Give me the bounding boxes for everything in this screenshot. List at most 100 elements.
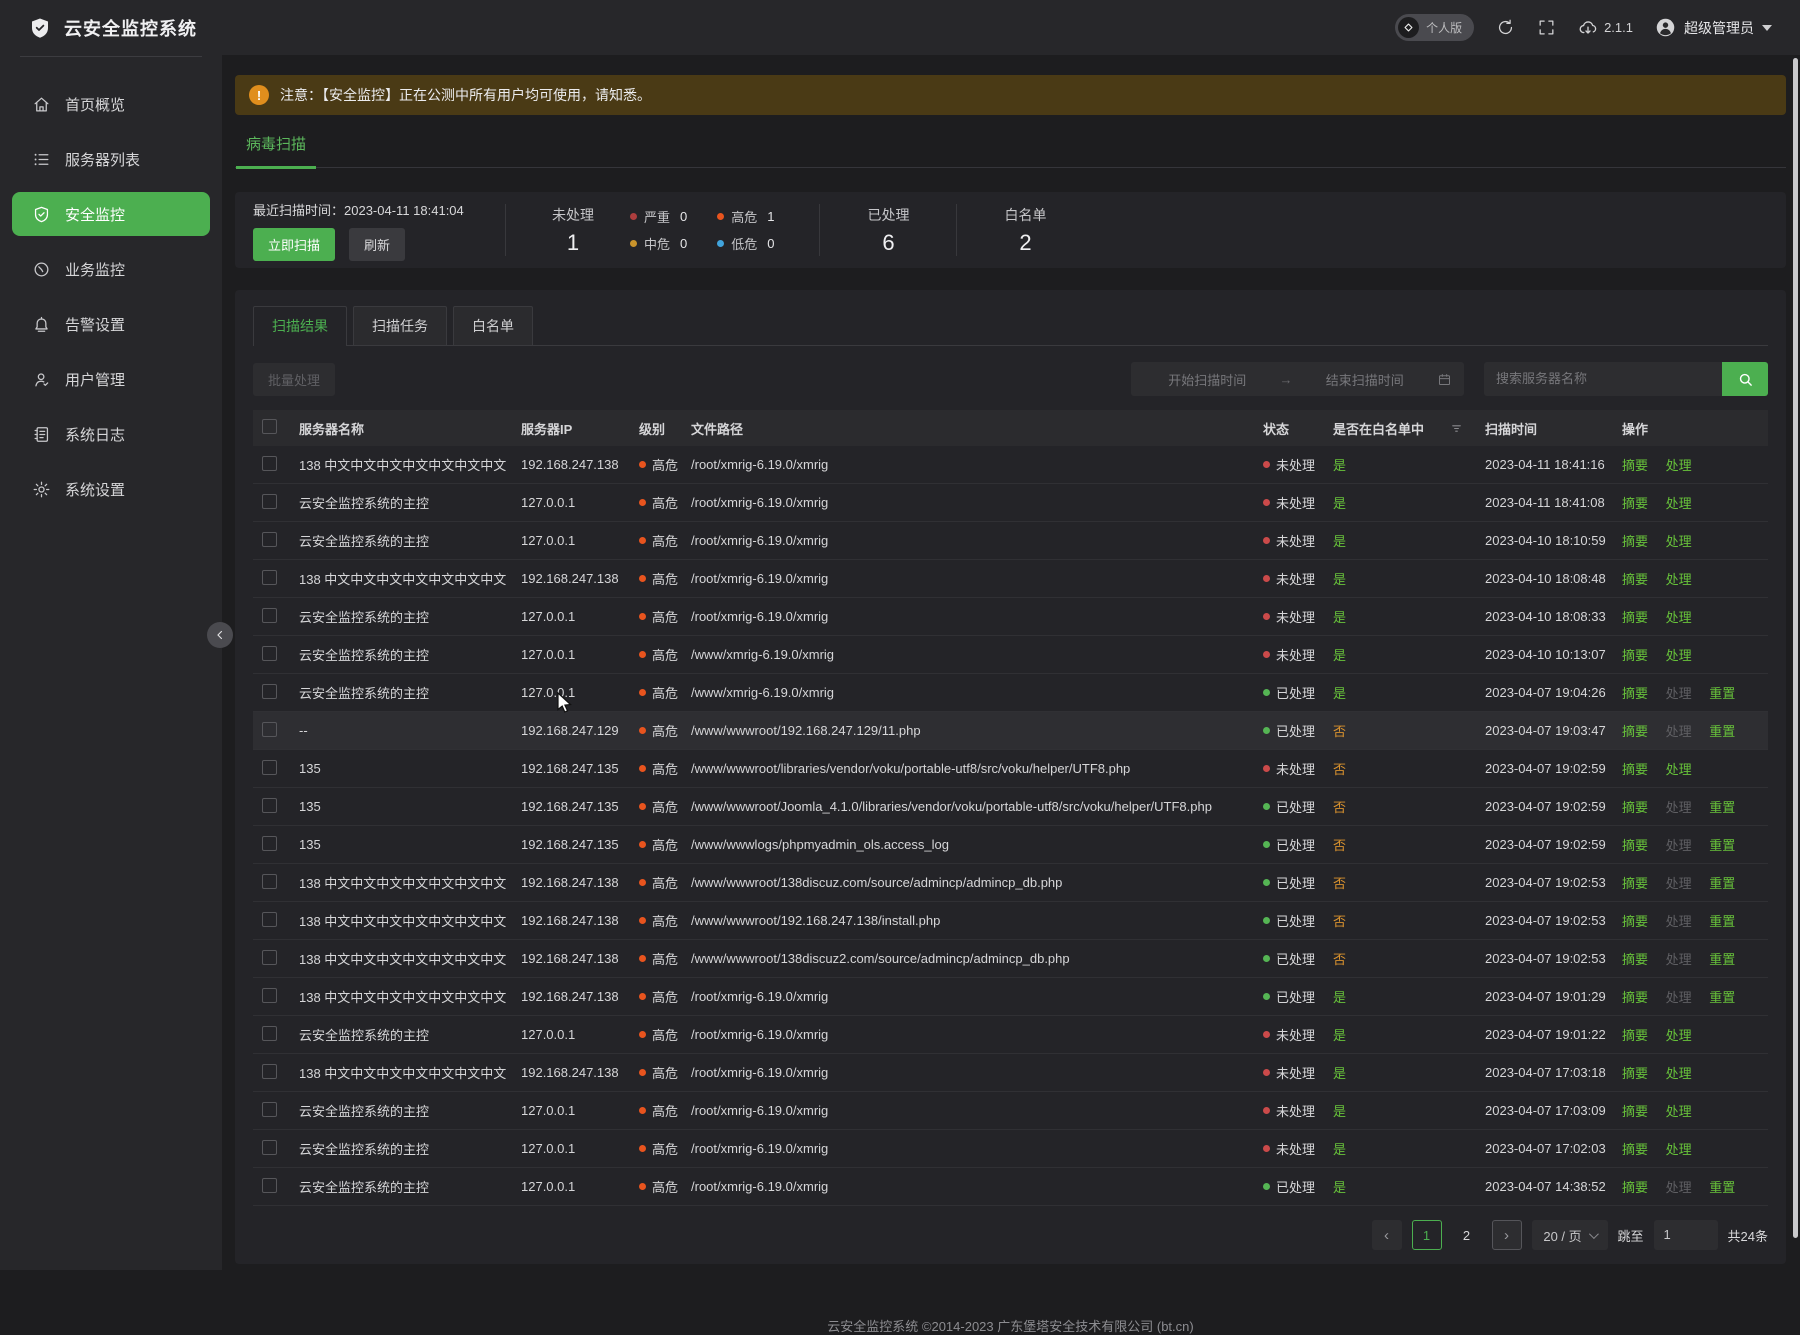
summary-link[interactable]: 摘要 xyxy=(1622,1142,1648,1157)
summary-link[interactable]: 摘要 xyxy=(1622,800,1648,815)
reset-link[interactable]: 重置 xyxy=(1709,914,1735,929)
handle-link[interactable]: 处理 xyxy=(1666,496,1692,511)
tab-virus-scan[interactable]: 病毒扫描 xyxy=(236,133,316,169)
sidebar-item[interactable]: 服务器列表 xyxy=(12,137,210,181)
handle-link[interactable]: 处理 xyxy=(1666,952,1692,967)
sidebar-collapse-button[interactable] xyxy=(207,622,233,648)
handle-link[interactable]: 处理 xyxy=(1666,800,1692,815)
table-row[interactable]: 云安全监控系统的主控 127.0.0.1 高危 /root/xmrig-6.19… xyxy=(253,522,1768,560)
table-row[interactable]: 135 192.168.247.135 高危 /www/wwwlogs/phpm… xyxy=(253,826,1768,864)
summary-link[interactable]: 摘要 xyxy=(1622,762,1648,777)
table-row[interactable]: 138 中文中文中文中文中文中文中文 192.168.247.138 高危 /r… xyxy=(253,560,1768,598)
reset-link[interactable]: 重置 xyxy=(1709,800,1735,815)
summary-link[interactable]: 摘要 xyxy=(1622,1180,1648,1195)
sidebar-item[interactable]: 用户管理 xyxy=(12,357,210,401)
summary-link[interactable]: 摘要 xyxy=(1622,458,1648,473)
refresh-icon[interactable] xyxy=(1496,18,1515,37)
summary-link[interactable]: 摘要 xyxy=(1622,534,1648,549)
handle-link[interactable]: 处理 xyxy=(1666,534,1692,549)
table-row[interactable]: 云安全监控系统的主控 127.0.0.1 高危 /root/xmrig-6.19… xyxy=(253,1130,1768,1168)
handle-link[interactable]: 处理 xyxy=(1666,458,1692,473)
user-menu[interactable]: 超级管理员 xyxy=(1655,17,1772,38)
handle-link[interactable]: 处理 xyxy=(1666,610,1692,625)
row-checkbox[interactable] xyxy=(262,1178,277,1193)
sidebar-item[interactable]: 业务监控 xyxy=(12,247,210,291)
summary-link[interactable]: 摘要 xyxy=(1622,648,1648,663)
handle-link[interactable]: 处理 xyxy=(1666,914,1692,929)
row-checkbox[interactable] xyxy=(262,798,277,813)
row-checkbox[interactable] xyxy=(262,760,277,775)
row-checkbox[interactable] xyxy=(262,988,277,1003)
row-checkbox[interactable] xyxy=(262,608,277,623)
summary-link[interactable]: 摘要 xyxy=(1622,686,1648,701)
select-all-checkbox[interactable] xyxy=(262,419,277,434)
table-row[interactable]: 云安全监控系统的主控 127.0.0.1 高危 /root/xmrig-6.19… xyxy=(253,598,1768,636)
handle-link[interactable]: 处理 xyxy=(1666,838,1692,853)
page-size-select[interactable]: 20 / 页 xyxy=(1532,1220,1608,1250)
table-row[interactable]: 138 中文中文中文中文中文中文中文 192.168.247.138 高危 /r… xyxy=(253,978,1768,1016)
row-checkbox[interactable] xyxy=(262,532,277,547)
summary-link[interactable]: 摘要 xyxy=(1622,914,1648,929)
summary-link[interactable]: 摘要 xyxy=(1622,1104,1648,1119)
summary-link[interactable]: 摘要 xyxy=(1622,876,1648,891)
tab[interactable]: 白名单 xyxy=(453,306,533,345)
reset-link[interactable]: 重置 xyxy=(1709,686,1735,701)
fullscreen-icon[interactable] xyxy=(1537,18,1556,37)
page-number-button[interactable]: 1 xyxy=(1412,1220,1442,1250)
row-checkbox[interactable] xyxy=(262,836,277,851)
sidebar-item[interactable]: 告警设置 xyxy=(12,302,210,346)
reset-link[interactable]: 重置 xyxy=(1709,990,1735,1005)
reset-link[interactable]: 重置 xyxy=(1709,724,1735,739)
batch-handle-button[interactable]: 批量处理 xyxy=(253,363,335,396)
summary-link[interactable]: 摘要 xyxy=(1622,572,1648,587)
table-row[interactable]: -- 192.168.247.129 高危 /www/wwwroot/192.1… xyxy=(253,712,1768,750)
handle-link[interactable]: 处理 xyxy=(1666,1066,1692,1081)
handle-link[interactable]: 处理 xyxy=(1666,876,1692,891)
table-row[interactable]: 云安全监控系统的主控 127.0.0.1 高危 /root/xmrig-6.19… xyxy=(253,1092,1768,1130)
table-row[interactable]: 138 中文中文中文中文中文中文中文 192.168.247.138 高危 /w… xyxy=(253,864,1768,902)
handle-link[interactable]: 处理 xyxy=(1666,1180,1692,1195)
summary-link[interactable]: 摘要 xyxy=(1622,952,1648,967)
table-row[interactable]: 138 中文中文中文中文中文中文中文 192.168.247.138 高危 /w… xyxy=(253,940,1768,978)
summary-link[interactable]: 摘要 xyxy=(1622,1028,1648,1043)
row-checkbox[interactable] xyxy=(262,494,277,509)
sidebar-item[interactable]: 安全监控 xyxy=(12,192,210,236)
table-row[interactable]: 云安全监控系统的主控 127.0.0.1 高危 /root/xmrig-6.19… xyxy=(253,1168,1768,1206)
handle-link[interactable]: 处理 xyxy=(1666,1028,1692,1043)
row-checkbox[interactable] xyxy=(262,874,277,889)
table-row[interactable]: 云安全监控系统的主控 127.0.0.1 高危 /www/xmrig-6.19.… xyxy=(253,674,1768,712)
sidebar-item[interactable]: 系统日志 xyxy=(12,412,210,456)
scan-now-button[interactable]: 立即扫描 xyxy=(253,228,335,261)
table-row[interactable]: 138 中文中文中文中文中文中文中文 192.168.247.138 高危 /w… xyxy=(253,902,1768,940)
row-checkbox[interactable] xyxy=(262,1102,277,1117)
jump-page-input[interactable]: 1 xyxy=(1654,1220,1718,1250)
reset-link[interactable]: 重置 xyxy=(1709,876,1735,891)
search-input[interactable]: 搜索服务器名称 xyxy=(1484,362,1722,396)
handle-link[interactable]: 处理 xyxy=(1666,1104,1692,1119)
summary-link[interactable]: 摘要 xyxy=(1622,838,1648,853)
sidebar-item[interactable]: 首页概览 xyxy=(12,82,210,126)
handle-link[interactable]: 处理 xyxy=(1666,572,1692,587)
row-checkbox[interactable] xyxy=(262,1026,277,1041)
handle-link[interactable]: 处理 xyxy=(1666,724,1692,739)
edition-badge[interactable]: 个人版 xyxy=(1395,14,1474,41)
scan-time-range-picker[interactable]: 开始扫描时间 → 结束扫描时间 xyxy=(1131,362,1464,396)
table-row[interactable]: 云安全监控系统的主控 127.0.0.1 高危 /root/xmrig-6.19… xyxy=(253,484,1768,522)
handle-link[interactable]: 处理 xyxy=(1666,990,1692,1005)
table-row[interactable]: 135 192.168.247.135 高危 /www/wwwroot/Joom… xyxy=(253,788,1768,826)
table-row[interactable]: 云安全监控系统的主控 127.0.0.1 高危 /root/xmrig-6.19… xyxy=(253,1016,1768,1054)
row-checkbox[interactable] xyxy=(262,1064,277,1079)
date-start-input[interactable]: 开始扫描时间 xyxy=(1143,370,1272,389)
date-end-input[interactable]: 结束扫描时间 xyxy=(1301,370,1430,389)
row-checkbox[interactable] xyxy=(262,684,277,699)
table-row[interactable]: 云安全监控系统的主控 127.0.0.1 高危 /www/xmrig-6.19.… xyxy=(253,636,1768,674)
summary-link[interactable]: 摘要 xyxy=(1622,610,1648,625)
row-checkbox[interactable] xyxy=(262,646,277,661)
table-row[interactable]: 138 中文中文中文中文中文中文中文 192.168.247.138 高危 /r… xyxy=(253,446,1768,484)
summary-link[interactable]: 摘要 xyxy=(1622,990,1648,1005)
row-checkbox[interactable] xyxy=(262,456,277,471)
page-number-button[interactable]: 2 xyxy=(1452,1220,1482,1250)
next-page-button[interactable]: › xyxy=(1492,1220,1522,1250)
scrollbar-thumb[interactable] xyxy=(1793,58,1798,1238)
refresh-button[interactable]: 刷新 xyxy=(349,228,405,261)
